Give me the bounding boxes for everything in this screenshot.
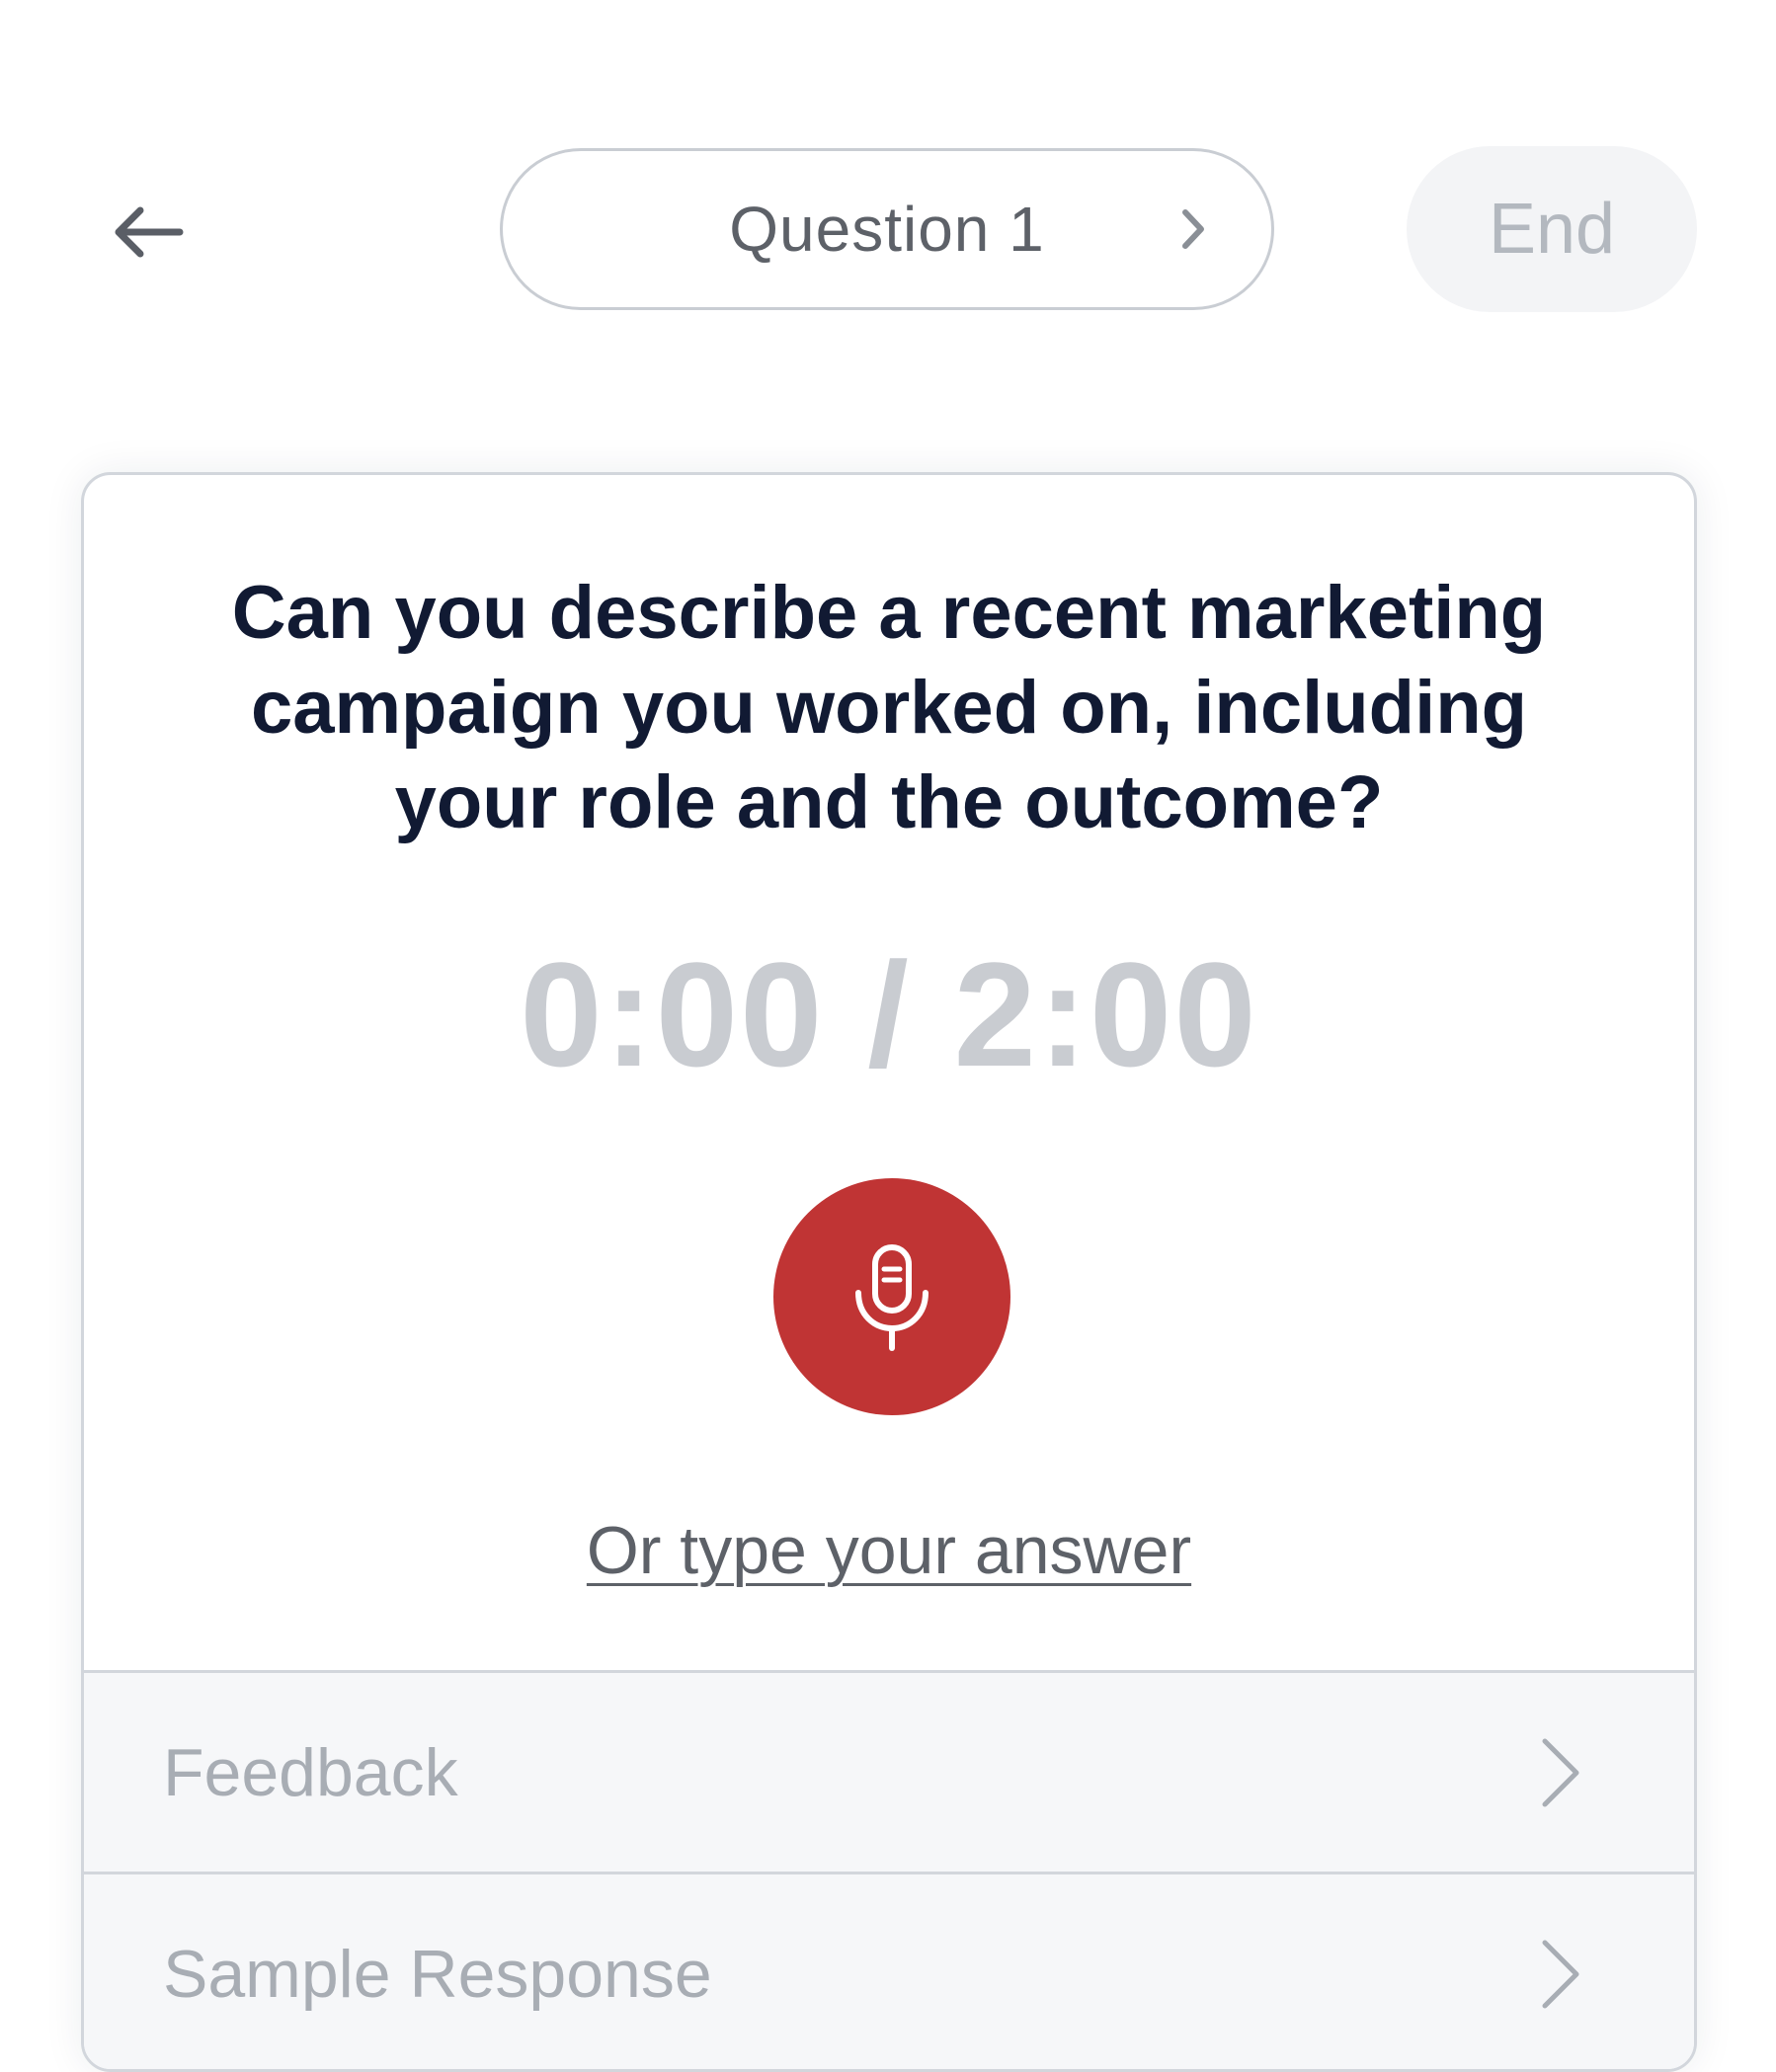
- feedback-label: Feedback: [163, 1734, 458, 1810]
- sample-response-section[interactable]: Sample Response: [84, 1872, 1694, 2069]
- microphone-icon: [855, 1244, 928, 1351]
- top-bar: Question 1 End: [0, 0, 1776, 375]
- arrow-left-icon: [115, 206, 184, 258]
- type-answer-link[interactable]: Or type your answer: [84, 1512, 1694, 1589]
- chevron-right-icon: [1536, 1733, 1585, 1812]
- record-button[interactable]: [773, 1178, 1010, 1415]
- question-text: Can you describe a recent marketing camp…: [231, 571, 1547, 844]
- question-number-label: Question 1: [729, 194, 1045, 265]
- chevron-right-icon: [1174, 199, 1214, 259]
- feedback-section[interactable]: Feedback: [84, 1670, 1694, 1872]
- question-selector-button[interactable]: Question 1: [500, 148, 1274, 310]
- question-card: Can you describe a recent marketing camp…: [81, 472, 1697, 2072]
- back-button[interactable]: [104, 188, 193, 277]
- end-button[interactable]: End: [1407, 146, 1697, 312]
- timer-display: 0:00 / 2:00: [520, 931, 1258, 1097]
- chevron-right-icon: [1536, 1935, 1585, 2014]
- sample-response-label: Sample Response: [163, 1936, 712, 2012]
